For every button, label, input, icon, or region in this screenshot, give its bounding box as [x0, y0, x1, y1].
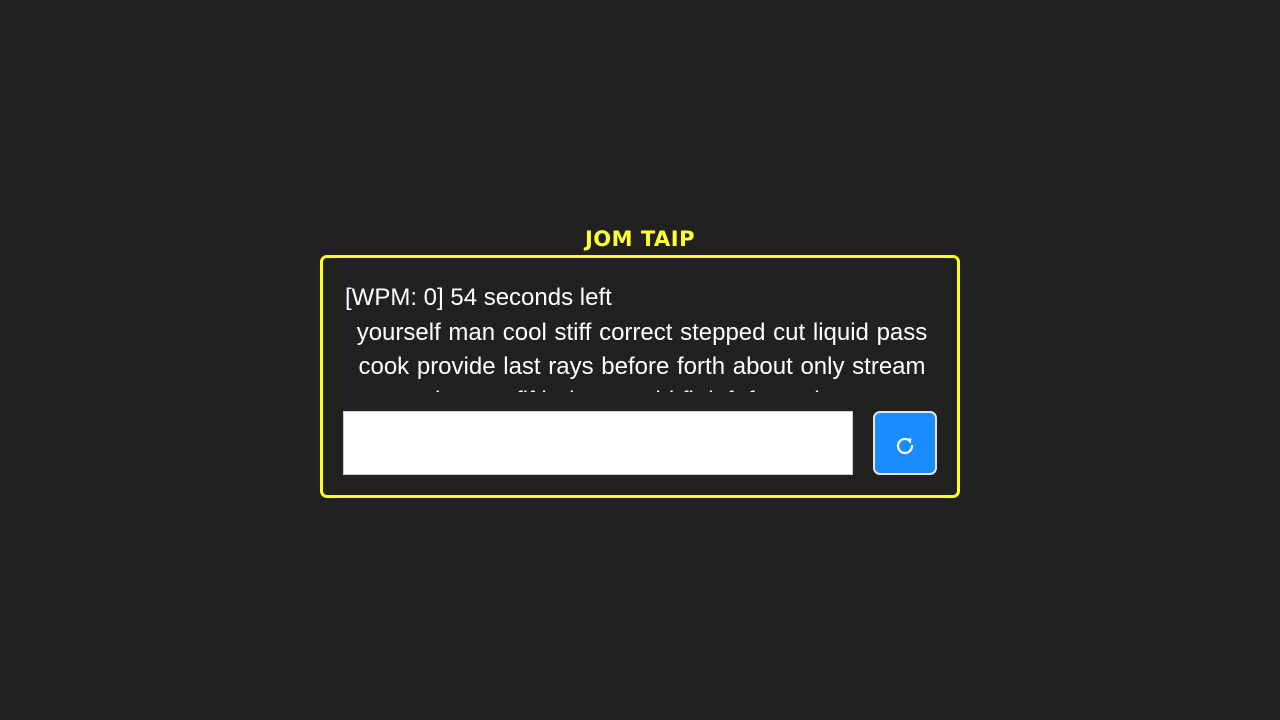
- word: liquid: [812, 319, 869, 346]
- word: man: [448, 319, 496, 346]
- word: left: [708, 387, 740, 392]
- word: pass: [876, 319, 928, 346]
- word: world: [617, 387, 674, 392]
- word: then: [562, 387, 609, 392]
- typing-input[interactable]: [343, 411, 853, 475]
- word: forth: [677, 353, 726, 380]
- word: bottom: [435, 387, 508, 392]
- word: cook: [358, 353, 410, 380]
- words-display: yourself man cool stiff correct stepped …: [345, 316, 939, 392]
- word: correct: [599, 319, 673, 346]
- word: about: [732, 353, 793, 380]
- word: stream: [852, 353, 926, 380]
- refresh-icon: [893, 428, 917, 458]
- reset-button[interactable]: [873, 411, 937, 475]
- word: other: [794, 387, 849, 392]
- word: last: [503, 353, 541, 380]
- word: rays: [548, 353, 594, 380]
- word: provide: [416, 353, 496, 380]
- word: fifth: [516, 387, 555, 392]
- app-title: JOM TAIP: [584, 227, 696, 251]
- word: stiff: [554, 319, 592, 346]
- word: cool: [502, 319, 547, 346]
- word: cut: [773, 319, 806, 346]
- word: yourself: [356, 319, 441, 346]
- word: only: [800, 353, 845, 380]
- word: fact: [748, 387, 787, 392]
- word: before: [601, 353, 670, 380]
- word: stepped: [680, 319, 766, 346]
- status-text: [WPM: 0] 54 seconds left: [345, 284, 612, 311]
- word: fit: [682, 387, 701, 392]
- word-list: yourself man cool stiff correct stepped …: [345, 316, 939, 392]
- typing-card: [WPM: 0] 54 seconds left yourself man co…: [320, 255, 960, 498]
